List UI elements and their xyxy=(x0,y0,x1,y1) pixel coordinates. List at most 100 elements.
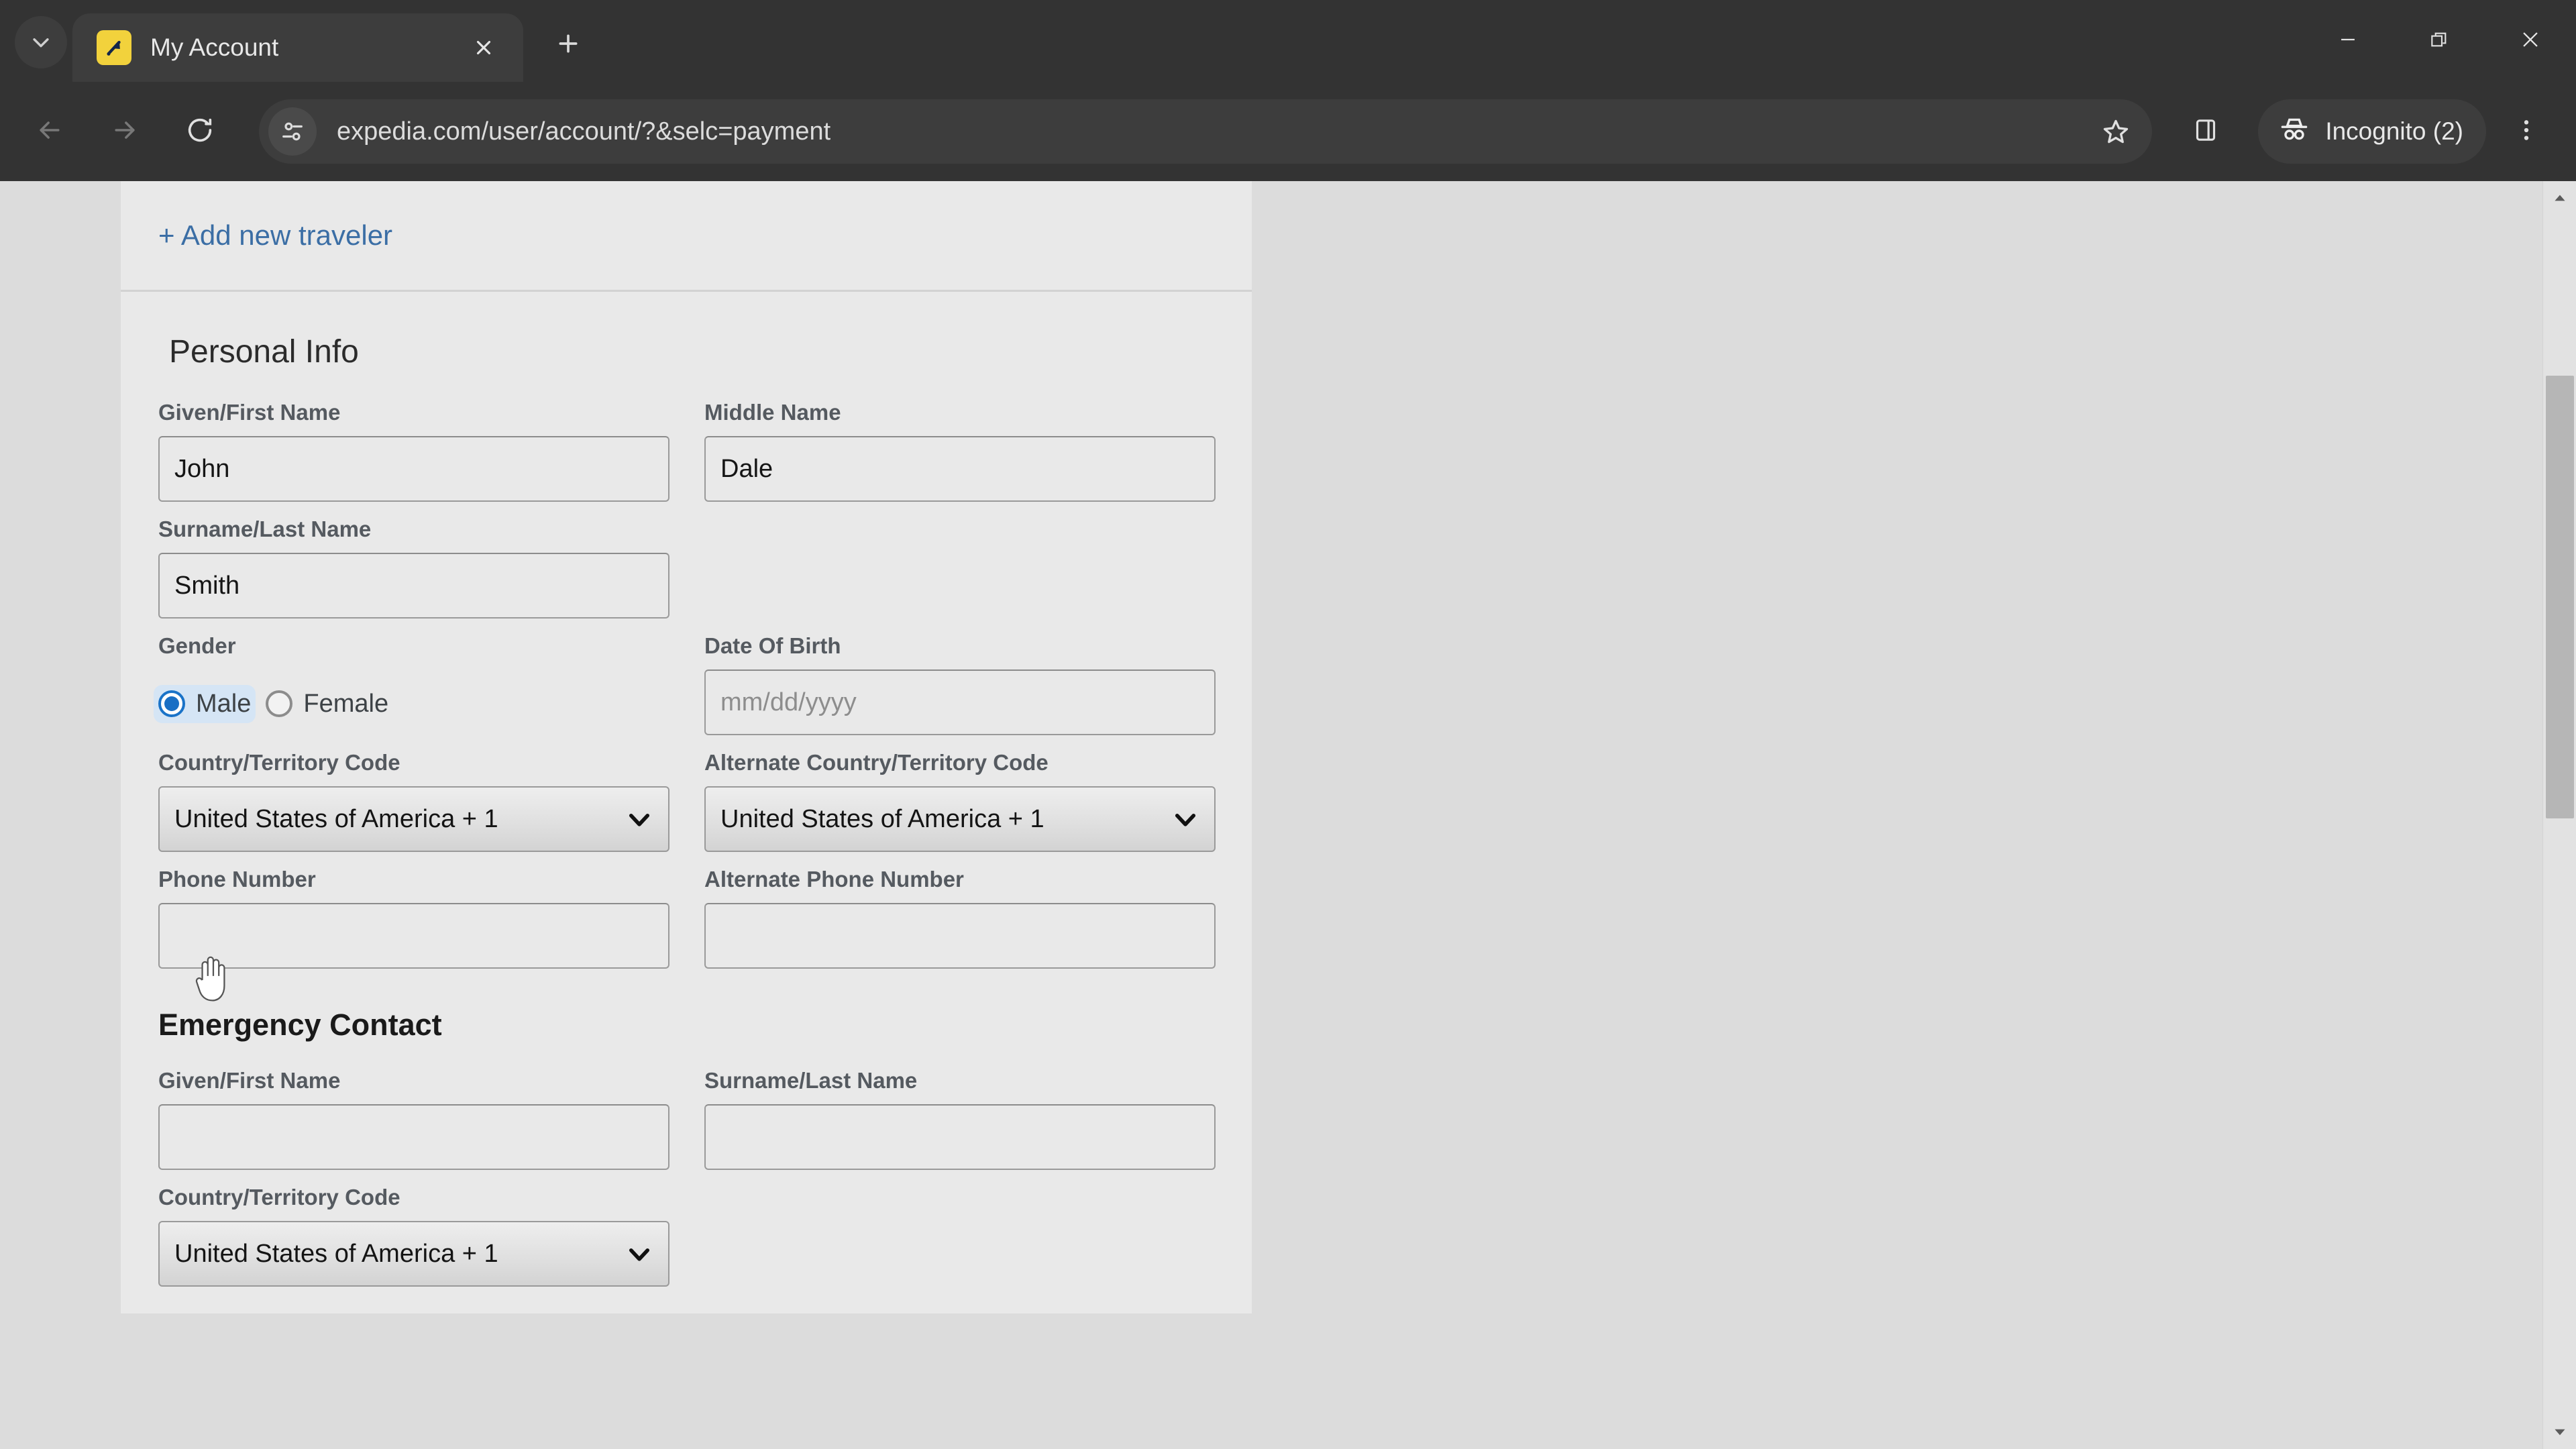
minimize-icon xyxy=(2337,28,2359,54)
add-new-traveler-link[interactable]: + Add new traveler xyxy=(158,219,392,252)
field-country-code: Country/Territory Code United States of … xyxy=(158,735,669,852)
date-of-birth-input[interactable] xyxy=(704,669,1216,735)
personal-info-section: Personal Info Given/First Name Middle Na… xyxy=(121,292,1252,969)
field-label: Alternate Phone Number xyxy=(704,867,964,892)
field-surname: Surname/Last Name xyxy=(158,502,669,619)
back-button[interactable] xyxy=(17,99,82,164)
phone-number-input[interactable] xyxy=(158,903,669,969)
middle-name-input[interactable] xyxy=(704,436,1216,502)
browser-toolbar: expedia.com/user/account/?&selc=payment xyxy=(0,82,2576,181)
incognito-indicator[interactable]: Incognito (2) xyxy=(2258,99,2486,164)
field-alt-country-code: Alternate Country/Territory Code United … xyxy=(704,735,1216,852)
tab-search-button[interactable] xyxy=(15,16,67,68)
close-window-button[interactable] xyxy=(2485,0,2576,82)
emergency-contact-section: Emergency Contact Given/First Name Surna… xyxy=(121,969,1252,1287)
expedia-arrow-favicon xyxy=(97,30,131,65)
personal-info-heading: Personal Info xyxy=(169,334,359,370)
emergency-contact-fields: Given/First Name Surname/Last Name Count… xyxy=(158,1053,1216,1287)
arrow-left-icon xyxy=(35,115,64,148)
alternate-phone-number-input[interactable] xyxy=(704,903,1216,969)
field-phone-number: Phone Number xyxy=(158,852,669,969)
page-viewport: + Add new traveler Personal Info Given/F… xyxy=(0,181,2576,1449)
chevron-down-icon xyxy=(1171,805,1199,833)
incognito-hat-icon xyxy=(2278,114,2310,150)
field-ec-given-name: Given/First Name xyxy=(158,1053,669,1170)
chrome-menu-button[interactable] xyxy=(2494,99,2559,164)
arrow-right-icon xyxy=(110,115,140,148)
field-middle-name: Middle Name xyxy=(704,385,1216,502)
account-content-column: + Add new traveler Personal Info Given/F… xyxy=(121,181,1252,1313)
scroll-up-arrow-icon[interactable] xyxy=(2543,181,2576,215)
country-code-select[interactable]: United States of America + 1 xyxy=(158,786,669,852)
window-controls xyxy=(2302,0,2576,82)
incognito-label: Incognito (2) xyxy=(2325,117,2463,145)
web-page: + Add new traveler Personal Info Given/F… xyxy=(0,181,2542,1449)
field-gender: Gender Male Female xyxy=(158,619,669,735)
field-label: Alternate Country/Territory Code xyxy=(704,750,1049,775)
select-value: United States of America + 1 xyxy=(720,804,1044,833)
url-text[interactable]: expedia.com/user/account/?&selc=payment xyxy=(337,117,2089,146)
star-icon[interactable] xyxy=(2089,105,2143,158)
field-label: Phone Number xyxy=(158,867,316,892)
gender-option-label: Male xyxy=(196,689,252,718)
field-ec-country-code: Country/Territory Code United States of … xyxy=(158,1170,669,1287)
chevron-down-icon xyxy=(625,1240,653,1268)
plus-icon xyxy=(555,30,582,60)
gender-option-male[interactable]: Male xyxy=(158,689,252,718)
gender-option-female[interactable]: Female xyxy=(266,690,388,718)
select-value: United States of America + 1 xyxy=(174,1239,498,1268)
browser-tab[interactable]: My Account xyxy=(72,13,523,82)
select-value: United States of America + 1 xyxy=(174,804,498,833)
add-traveler-row: + Add new traveler xyxy=(121,181,1252,292)
field-spacer xyxy=(704,502,1216,619)
minimize-window-button[interactable] xyxy=(2302,0,2394,82)
field-label: Surname/Last Name xyxy=(704,1068,918,1093)
radio-unselected-icon xyxy=(266,690,293,717)
forward-button[interactable] xyxy=(93,99,157,164)
tab-strip: My Account xyxy=(0,0,2576,82)
restore-window-button[interactable] xyxy=(2394,0,2485,82)
restore-window-icon xyxy=(2428,29,2450,54)
field-label: Country/Territory Code xyxy=(158,1185,400,1210)
close-icon[interactable] xyxy=(464,28,503,67)
emergency-contact-heading: Emergency Contact xyxy=(158,1008,442,1042)
field-alt-phone-number: Alternate Phone Number xyxy=(704,852,1216,969)
field-given-name: Given/First Name xyxy=(158,385,669,502)
field-label: Middle Name xyxy=(704,400,841,425)
surname-input[interactable] xyxy=(158,553,669,619)
field-label: Given/First Name xyxy=(158,400,341,425)
field-label: Country/Territory Code xyxy=(158,750,400,775)
new-tab-button[interactable] xyxy=(543,20,593,70)
chevron-down-icon xyxy=(625,805,653,833)
field-label: Surname/Last Name xyxy=(158,517,372,541)
side-panel-icon xyxy=(2192,117,2219,147)
emergency-given-name-input[interactable] xyxy=(158,1104,669,1170)
emergency-country-code-select[interactable]: United States of America + 1 xyxy=(158,1221,669,1287)
field-date-of-birth: Date Of Birth xyxy=(704,619,1216,735)
reload-icon xyxy=(184,115,215,149)
emergency-surname-input[interactable] xyxy=(704,1104,1216,1170)
radio-selected-icon xyxy=(158,690,185,717)
field-spacer xyxy=(704,1170,1216,1287)
address-bar[interactable]: expedia.com/user/account/?&selc=payment xyxy=(259,99,2153,164)
side-panel-button[interactable] xyxy=(2174,99,2238,164)
personal-info-fields: Given/First Name Middle Name Surname/Las… xyxy=(158,385,1216,969)
field-label: Gender xyxy=(158,633,236,658)
three-dot-menu-icon xyxy=(2513,117,2540,147)
scroll-down-arrow-icon[interactable] xyxy=(2543,1415,2576,1449)
field-ec-surname: Surname/Last Name xyxy=(704,1053,1216,1170)
close-window-icon xyxy=(2519,28,2542,54)
vertical-scrollbar[interactable] xyxy=(2542,181,2576,1449)
tab-title: My Account xyxy=(150,34,279,61)
reload-button[interactable] xyxy=(168,99,232,164)
browser-window: My Account expedia.com/user/account/?&se… xyxy=(0,0,2576,1449)
field-label: Date Of Birth xyxy=(704,633,841,658)
gender-radio-group: Male Female xyxy=(158,669,669,735)
scrollbar-thumb[interactable] xyxy=(2546,376,2574,818)
gender-option-label: Female xyxy=(303,689,389,718)
field-label: Given/First Name xyxy=(158,1068,341,1093)
alternate-country-code-select[interactable]: United States of America + 1 xyxy=(704,786,1216,852)
chevron-down-icon xyxy=(30,31,52,54)
site-settings-icon[interactable] xyxy=(268,107,317,156)
given-name-input[interactable] xyxy=(158,436,669,502)
